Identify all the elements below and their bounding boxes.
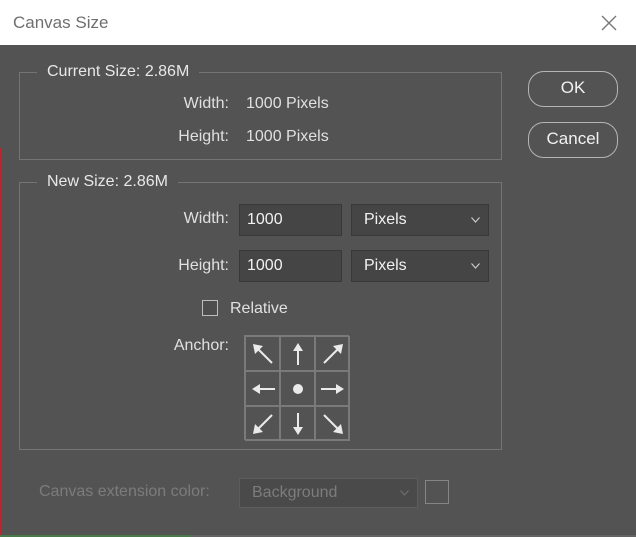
cancel-button[interactable]: Cancel <box>528 122 618 158</box>
arrow-up-right-icon <box>322 343 343 364</box>
relative-label[interactable]: Relative <box>230 299 288 319</box>
current-size-legend: Current Size: 2.86M <box>37 62 200 82</box>
new-width-label: Width: <box>183 210 229 227</box>
anchor-top[interactable] <box>280 336 315 371</box>
current-width-label: Width: <box>183 95 229 112</box>
arrow-up-left-icon <box>252 343 273 364</box>
extension-color-select: Background <box>239 478 418 508</box>
arrow-up-icon <box>292 342 303 365</box>
extension-color-swatch <box>425 480 449 504</box>
arrow-down-right-icon <box>322 413 343 434</box>
current-height-value: 1000 Pixels <box>246 128 329 145</box>
extension-color-value: Background <box>252 484 338 501</box>
anchor-top-left[interactable] <box>245 336 280 371</box>
height-input[interactable]: 1000 <box>239 250 342 282</box>
width-unit-select[interactable]: Pixels <box>351 204 489 236</box>
relative-checkbox[interactable] <box>202 300 218 316</box>
anchor-top-right[interactable] <box>315 336 350 371</box>
close-icon[interactable] <box>597 11 621 35</box>
window-edge <box>0 148 2 537</box>
arrow-down-left-icon <box>252 413 273 434</box>
chevron-down-icon <box>400 490 409 496</box>
current-width-value: 1000 Pixels <box>246 95 329 112</box>
anchor-center[interactable] <box>280 371 315 406</box>
new-height-label: Height: <box>178 257 229 274</box>
chevron-down-icon <box>471 217 480 223</box>
chevron-down-icon <box>471 263 480 269</box>
anchor-left[interactable] <box>245 371 280 406</box>
anchor-bottom[interactable] <box>280 406 315 441</box>
width-input[interactable]: 1000 <box>239 204 342 236</box>
window-title: Canvas Size <box>13 13 109 32</box>
title-bar: Canvas Size <box>0 0 636 45</box>
extension-color-label: Canvas extension color: <box>39 483 210 500</box>
width-unit-value: Pixels <box>364 211 407 228</box>
anchor-bottom-left[interactable] <box>245 406 280 441</box>
center-dot-icon <box>292 383 303 394</box>
height-unit-value: Pixels <box>364 257 407 274</box>
anchor-right[interactable] <box>315 371 350 406</box>
arrow-left-icon <box>251 383 275 394</box>
ok-button[interactable]: OK <box>528 71 618 107</box>
height-unit-select[interactable]: Pixels <box>351 250 489 282</box>
arrow-down-icon <box>292 412 303 435</box>
current-height-label: Height: <box>178 128 229 145</box>
arrow-right-icon <box>320 383 344 394</box>
anchor-bottom-right[interactable] <box>315 406 350 441</box>
anchor-label: Anchor: <box>173 337 229 354</box>
new-size-legend: New Size: 2.86M <box>37 172 178 192</box>
anchor-grid <box>244 335 350 441</box>
